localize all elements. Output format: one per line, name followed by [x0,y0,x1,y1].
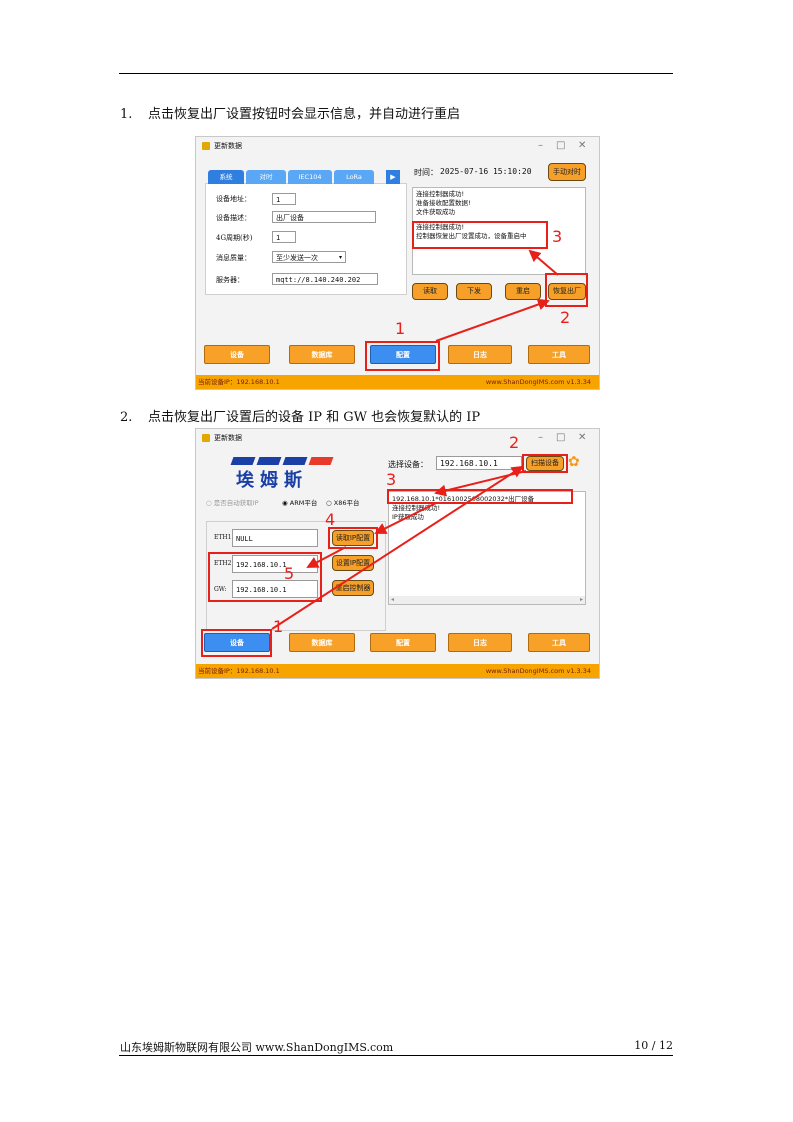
arrow-to-factory-reset [435,298,550,342]
step-2: 2. 点击恢复出厂设置后的设备 IP 和 GW 也会恢复默认的 IP [120,406,480,425]
arrow-to-scan [271,465,524,630]
arrow-to-ip-fields [306,546,347,568]
annotation-arrows [271,465,527,630]
screenshot-factory-reset: 更新数据 – □ ✕ 系统 对时 IEC104 LoRa ▶ 设备地址： 1 设… [195,136,600,390]
step-text: 点击恢复出厂设置后的设备 IP 和 GW 也会恢复默认的 IP [148,410,481,425]
header-rule [119,73,673,74]
step-number: 2. [120,410,133,425]
page-number: 10 / 12 [634,1039,673,1052]
footer-company: 山东埃姆斯物联网有限公司 www.ShanDongIMS.com [120,1041,394,1054]
arrow-to-log [528,249,559,276]
screenshot-ip-settings: 更新数据 – □ ✕ 埃姆斯 选择设备： 192.168.10.1 扫描设备 ✿… [195,428,600,679]
arrow-to-device-item [434,470,527,497]
step-1: 1. 点击恢复出厂设置按钮时会显示信息，并自动进行重启 [120,103,460,122]
footer-rule [119,1055,673,1056]
annotation-arrows [435,249,559,342]
step-number: 1. [120,107,133,122]
step-text: 点击恢复出厂设置按钮时会显示信息，并自动进行重启 [148,107,461,122]
